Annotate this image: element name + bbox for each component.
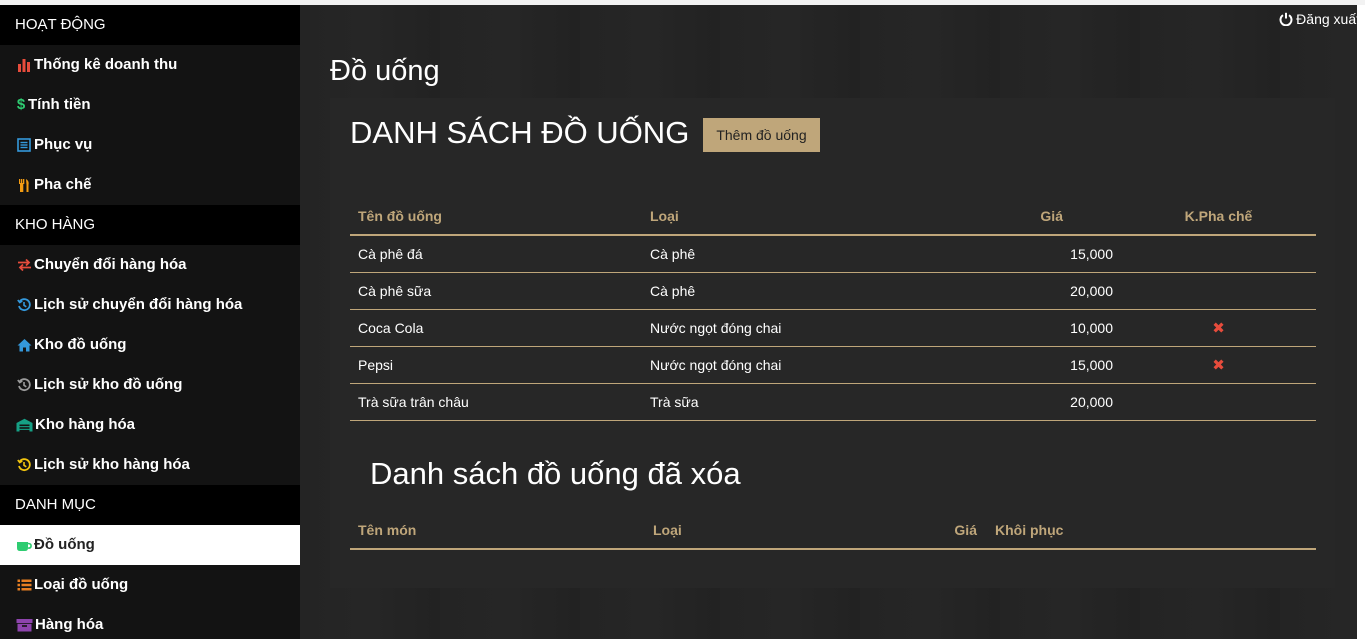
column-header-type[interactable]: Loại bbox=[645, 512, 935, 550]
logout-label: Đăng xuất bbox=[1296, 11, 1360, 27]
drinks-table: Tên đồ uống Loại Giá K.Pha chế Cà phê đá… bbox=[350, 198, 1316, 421]
deleted-drinks-table: Tên món Loại Giá Khôi phục bbox=[350, 512, 1316, 550]
history-icon bbox=[15, 377, 33, 393]
sidebar-item-drinks[interactable]: Đồ uống bbox=[0, 525, 300, 565]
column-header-restore[interactable]: Khôi phục bbox=[977, 512, 1316, 550]
sidebar-item-bartending[interactable]: Pha chế bbox=[0, 165, 300, 205]
sidebar-item-goods[interactable]: Hàng hóa bbox=[0, 605, 300, 639]
page-title: Đồ uống bbox=[330, 55, 440, 87]
sidebar-item-label: Chuyển đổi hàng hóa bbox=[34, 256, 187, 273]
cell-bartending bbox=[1121, 383, 1316, 421]
column-header-name[interactable]: Tên đồ uống bbox=[350, 198, 642, 236]
sidebar-item-label: Tính tiền bbox=[28, 96, 91, 113]
cell-type: Trà sữa bbox=[642, 383, 972, 421]
sidebar-item-drink-stock-history[interactable]: Lịch sử kho đồ uống bbox=[0, 365, 300, 405]
cell-price: 20,000 bbox=[972, 272, 1121, 310]
history-icon bbox=[15, 297, 33, 313]
sidebar-item-goods-stock-history[interactable]: Lịch sử kho hàng hóa bbox=[0, 445, 300, 485]
cell-type: Nước ngọt đóng chai bbox=[642, 346, 972, 384]
cell-bartending bbox=[1121, 235, 1316, 273]
column-header-price[interactable]: Giá bbox=[935, 512, 977, 550]
dollar-icon: $ bbox=[16, 96, 26, 113]
sidebar-item-label: Loại đồ uống bbox=[34, 576, 129, 593]
cell-name: Cà phê đá bbox=[350, 235, 642, 273]
cell-type: Cà phê bbox=[642, 235, 972, 273]
bar-chart-icon bbox=[15, 57, 33, 73]
cell-name: Coca Cola bbox=[350, 309, 642, 347]
column-header-price[interactable]: Giá bbox=[972, 198, 1121, 236]
cell-price: 15,000 bbox=[972, 346, 1121, 384]
sidebar-item-label: Lịch sử kho hàng hóa bbox=[34, 456, 190, 473]
exchange-icon bbox=[15, 257, 33, 273]
cell-name: Pepsi bbox=[350, 346, 642, 384]
table-header-row: Tên đồ uống Loại Giá K.Pha chế bbox=[350, 198, 1316, 236]
power-icon bbox=[1279, 12, 1293, 26]
section-header-warehouse: KHO HÀNG bbox=[0, 205, 300, 245]
cell-price: 15,000 bbox=[972, 235, 1121, 273]
cell-name: Cà phê sữa bbox=[350, 272, 642, 310]
home-icon bbox=[15, 337, 33, 353]
table-row[interactable]: Coca Cola Nước ngọt đóng chai 10,000 ✖ bbox=[350, 309, 1316, 347]
table-row[interactable]: Cà phê sữa Cà phê 20,000 bbox=[350, 272, 1316, 310]
utensils-icon bbox=[15, 177, 33, 193]
table-row[interactable]: Pepsi Nước ngọt đóng chai 15,000 ✖ bbox=[350, 346, 1316, 384]
history-icon bbox=[15, 457, 33, 473]
sidebar-item-label: Phục vụ bbox=[34, 136, 93, 153]
cell-price: 20,000 bbox=[972, 383, 1121, 421]
coffee-cup-icon bbox=[15, 537, 33, 553]
sidebar-item-conversion-history[interactable]: Lịch sử chuyển đổi hàng hóa bbox=[0, 285, 300, 325]
sidebar-item-drink-types[interactable]: Loại đồ uống bbox=[0, 565, 300, 605]
box-icon bbox=[15, 617, 34, 633]
sidebar-item-label: Kho đồ uống bbox=[34, 336, 127, 353]
list-icon bbox=[15, 137, 33, 153]
cell-bartending: ✖ bbox=[1121, 309, 1316, 347]
cell-name: Trà sữa trân châu bbox=[350, 383, 642, 421]
sidebar-item-label: Hàng hóa bbox=[35, 616, 104, 633]
sidebar-item-label: Đồ uống bbox=[34, 536, 95, 553]
table-row[interactable]: Cà phê đá Cà phê 15,000 bbox=[350, 235, 1316, 273]
sidebar-item-goods-stock[interactable]: Kho hàng hóa bbox=[0, 405, 300, 445]
sidebar-item-label: Kho hàng hóa bbox=[35, 416, 135, 433]
table-header-row: Tên món Loại Giá Khôi phục bbox=[350, 512, 1316, 550]
drink-list-panel: DANH SÁCH ĐỒ UỐNG Thêm đồ uống Tên đồ uố… bbox=[330, 98, 1335, 588]
column-header-type[interactable]: Loại bbox=[642, 198, 972, 236]
column-header-bartending[interactable]: K.Pha chế bbox=[1121, 198, 1316, 236]
sidebar-item-serve[interactable]: Phục vụ bbox=[0, 125, 300, 165]
column-header-item[interactable]: Tên món bbox=[350, 512, 645, 550]
sidebar-item-label: Thống kê doanh thu bbox=[34, 56, 178, 73]
section-header-catalog: DANH MỤC bbox=[0, 485, 300, 525]
sidebar-item-revenue-stats[interactable]: Thống kê doanh thu bbox=[0, 45, 300, 85]
table-row[interactable]: Trà sữa trân châu Trà sữa 20,000 bbox=[350, 383, 1316, 421]
section-header-activity: HOẠT ĐỘNG bbox=[0, 5, 300, 45]
cell-type: Cà phê bbox=[642, 272, 972, 310]
warehouse-icon bbox=[15, 417, 34, 433]
sidebar-item-drink-stock[interactable]: Kho đồ uống bbox=[0, 325, 300, 365]
delete-x-icon[interactable]: ✖ bbox=[1212, 357, 1225, 374]
logout-button[interactable]: Đăng xuất bbox=[1279, 11, 1360, 27]
list-icon bbox=[15, 577, 33, 593]
cell-bartending: ✖ bbox=[1121, 346, 1316, 384]
cell-price: 10,000 bbox=[972, 309, 1121, 347]
deleted-list-title: Danh sách đồ uống đã xóa bbox=[370, 456, 741, 491]
add-drink-button[interactable]: Thêm đồ uống bbox=[703, 118, 820, 152]
cell-bartending bbox=[1121, 272, 1316, 310]
list-title: DANH SÁCH ĐỒ UỐNG bbox=[350, 115, 690, 150]
delete-x-icon[interactable]: ✖ bbox=[1212, 320, 1225, 337]
sidebar-item-goods-conversion[interactable]: Chuyển đổi hàng hóa bbox=[0, 245, 300, 285]
cell-type: Nước ngọt đóng chai bbox=[642, 309, 972, 347]
sidebar: HOẠT ĐỘNG Thống kê doanh thu $ Tính tiền… bbox=[0, 5, 300, 639]
sidebar-item-checkout[interactable]: $ Tính tiền bbox=[0, 85, 300, 125]
sidebar-item-label: Lịch sử chuyển đổi hàng hóa bbox=[34, 296, 243, 313]
main-content: Đăng xuất Đồ uống DANH SÁCH ĐỒ UỐNG Thêm… bbox=[300, 5, 1365, 639]
sidebar-item-label: Pha chế bbox=[34, 176, 92, 193]
sidebar-item-label: Lịch sử kho đồ uống bbox=[34, 376, 183, 393]
